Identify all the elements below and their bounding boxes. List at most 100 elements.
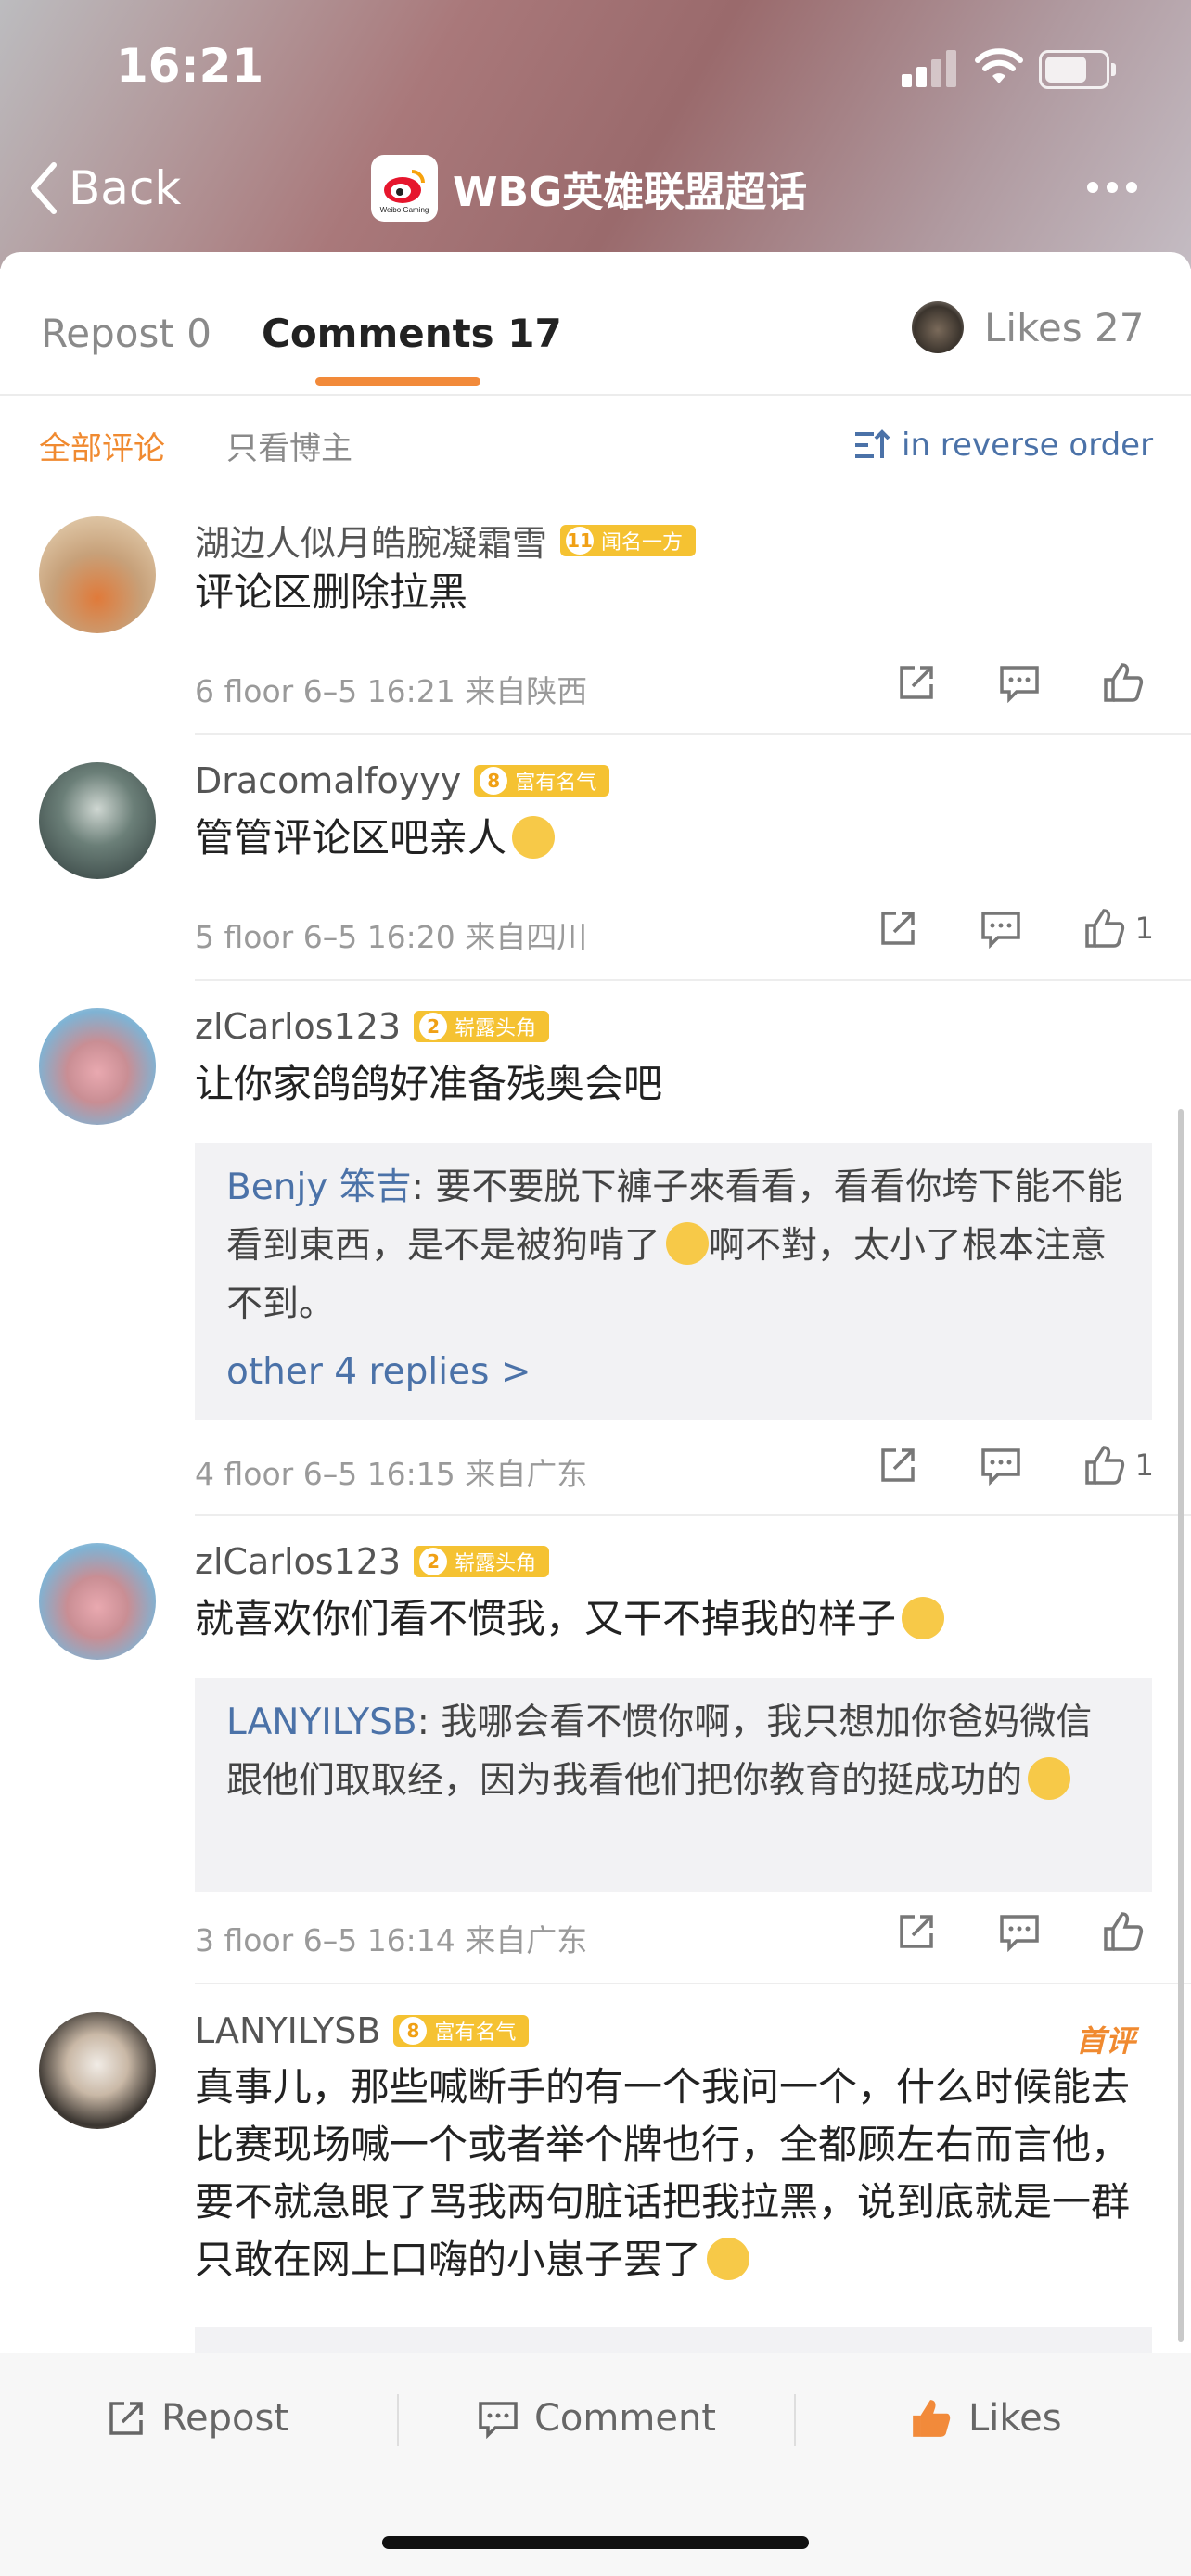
- share-icon: [900, 666, 933, 699]
- wifi-icon: [975, 48, 1023, 83]
- comment-username[interactable]: Dracomalfoyyy: [195, 760, 461, 801]
- more-replies-link[interactable]: other 4 replies >: [226, 1351, 531, 1393]
- reply-text: LANYILYSB: 我哪会看不惯你啊，我只想加你爸妈微信跟他们取取经，因为我看…: [226, 1702, 1093, 1802]
- sort-order-label: in reverse order: [902, 427, 1154, 464]
- sort-order-button[interactable]: in reverse order: [853, 408, 1153, 482]
- reply-username[interactable]: LANYILYSB: [226, 1702, 417, 1743]
- comment-meta: 4 floor 6–5 16:15 来自广东: [195, 1456, 588, 1492]
- back-button[interactable]: Back: [28, 156, 181, 221]
- avatar[interactable]: [39, 1543, 156, 1660]
- comment-text: 真事儿，那些喊断手的有一个我问一个，什么时候能去比赛现场喊一个或者举个牌也行，全…: [195, 2064, 1131, 2282]
- avatar[interactable]: [39, 1008, 156, 1125]
- divider: [195, 1983, 1191, 1984]
- filter-host-only[interactable]: 只看博主: [226, 408, 352, 482]
- wbg-logo: Weibo Gaming: [371, 155, 438, 222]
- emoji-icon: [666, 1222, 710, 1265]
- reply-preview[interactable]: Benjy 笨吉: 要不要脱下褲子來看看，看看你垮下能不能看到東西，是不是被狗啃…: [195, 1143, 1152, 1420]
- comment-username[interactable]: 湖边人似月皓腕凝霜雪: [195, 515, 547, 566]
- comment-username[interactable]: zlCarlos123: [195, 1006, 401, 1047]
- tab-likes[interactable]: Likes 27: [912, 301, 1144, 353]
- back-label: Back: [69, 161, 182, 215]
- reply-button[interactable]: [998, 662, 1050, 703]
- comment-item: zlCarlos123 2 崭露头角 就喜欢你们看不惯我，又干不掉我的样子 LA…: [0, 1541, 1191, 1986]
- reply-button[interactable]: [980, 908, 1031, 949]
- like-count: 1: [1134, 911, 1154, 946]
- reply-button[interactable]: [980, 1445, 1031, 1486]
- thumbs-up-icon: [1084, 1446, 1124, 1485]
- like-action-button[interactable]: Likes: [909, 2391, 1062, 2446]
- reply-preview[interactable]: LANYILYSB: 我哪会看不惯你啊，我只想加你爸妈微信跟他们取取经，因为我看…: [195, 1678, 1152, 1892]
- divider: [195, 733, 1191, 735]
- more-options-button[interactable]: [1087, 182, 1146, 193]
- tab-likes-label: Likes 27: [984, 304, 1145, 351]
- sort-icon: [855, 429, 890, 458]
- like-button[interactable]: [1102, 661, 1154, 704]
- first-comment-tag: 首评: [1075, 2023, 1135, 2059]
- comment-username[interactable]: zlCarlos123: [195, 1541, 401, 1582]
- like-button[interactable]: [1102, 1910, 1154, 1953]
- thumbs-up-icon: [913, 2400, 951, 2437]
- repost-button[interactable]: [896, 662, 946, 703]
- page-title: WBG英雄联盟超话: [453, 169, 808, 216]
- share-icon: [109, 2402, 143, 2435]
- divider: [195, 979, 1191, 981]
- comment-meta: 3 floor 6–5 16:14 来自广东: [195, 1922, 588, 1958]
- scrollbar[interactable]: [1178, 1109, 1184, 2342]
- like-button[interactable]: 1: [1083, 1444, 1154, 1486]
- active-tab-indicator: [315, 377, 480, 386]
- share-icon: [880, 912, 915, 945]
- comment-text: 管管评论区吧亲人: [195, 809, 1132, 868]
- comment-action-button[interactable]: Comment: [477, 2391, 716, 2446]
- emoji-icon: [1028, 1757, 1071, 1800]
- divider: [195, 1514, 1191, 1516]
- comment-icon: [1000, 1915, 1039, 1952]
- thumbs-up-icon: [1104, 1912, 1144, 1951]
- emoji-icon: [707, 2238, 750, 2280]
- comment-username[interactable]: LANYILYSB: [195, 2010, 380, 2051]
- thumbs-up-icon: [1084, 909, 1124, 948]
- reply-username[interactable]: Benjy 笨吉: [226, 1167, 412, 1208]
- emoji-icon: [902, 1597, 945, 1639]
- reply-preview[interactable]: [195, 2327, 1152, 2353]
- user-level-badge: 8 富有名气: [474, 765, 610, 797]
- tab-repost[interactable]: Repost 0: [41, 311, 211, 356]
- thumbs-up-icon: [1104, 663, 1144, 702]
- comment-icon: [479, 2402, 518, 2439]
- repost-action-label: Repost: [161, 2397, 288, 2440]
- comment-meta: 5 floor 6–5 16:20 来自四川: [195, 919, 588, 955]
- svg-text:Weibo Gaming: Weibo Gaming: [380, 206, 429, 214]
- tab-comments[interactable]: Comments 17: [262, 311, 562, 356]
- battery-icon: [1039, 50, 1116, 89]
- cellular-signal-icon: [902, 48, 957, 87]
- like-action-label: Likes: [968, 2397, 1062, 2440]
- like-button[interactable]: 1: [1083, 907, 1154, 950]
- comment-item: 湖边人似月皓腕凝霜雪 11 闻名一方 评论区删除拉黑 6 floor 6–5 1…: [0, 515, 1191, 737]
- comment-meta: 6 floor 6–5 16:21 来自陕西: [195, 673, 588, 709]
- reply-button[interactable]: [998, 1911, 1050, 1952]
- avatar[interactable]: [39, 516, 156, 633]
- repost-button[interactable]: [877, 908, 928, 949]
- header-background: 16:21 Back Weibo Gaming WBG英雄联盟超话: [0, 0, 1191, 269]
- home-indicator[interactable]: [382, 2536, 809, 2549]
- comment-icon: [980, 1448, 1020, 1486]
- comment-item: LANYILYSB 8 富有名气 首评 真事儿，那些喊断手的有一个我问一个，什么…: [0, 2010, 1191, 2353]
- avatar[interactable]: [39, 2012, 156, 2129]
- user-level-badge: 11 闻名一方: [560, 524, 697, 556]
- comment-text: 让你家鸽鸽好准备残奥会吧: [195, 1061, 663, 1106]
- repost-button[interactable]: [896, 1911, 946, 1952]
- weibo-logo-icon: Weibo Gaming: [380, 170, 429, 214]
- topic-title[interactable]: Weibo Gaming WBG英雄联盟超话: [371, 155, 808, 222]
- share-icon: [900, 1915, 933, 1948]
- avatar[interactable]: [39, 762, 156, 879]
- status-time: 16:21: [116, 39, 264, 93]
- comment-text: 就喜欢你们看不惯我，又干不掉我的样子: [195, 1589, 1132, 1649]
- comment-item: Dracomalfoyyy 8 富有名气 管管评论区吧亲人 5 floor 6–…: [0, 760, 1191, 983]
- like-count: 1: [1134, 1447, 1154, 1483]
- filter-all-comments[interactable]: 全部评论: [39, 408, 165, 482]
- comment-action-label: Comment: [534, 2397, 716, 2440]
- comment-text: 评论区删除拉黑: [195, 569, 468, 615]
- tab-bar: Repost 0 Comments 17 Likes 27: [0, 274, 1191, 396]
- repost-action-button[interactable]: Repost: [106, 2391, 288, 2446]
- repost-button[interactable]: [877, 1445, 928, 1486]
- comment-item: zlCarlos123 2 崭露头角 让你家鸽鸽好准备残奥会吧 Benjy 笨吉…: [0, 1006, 1191, 1516]
